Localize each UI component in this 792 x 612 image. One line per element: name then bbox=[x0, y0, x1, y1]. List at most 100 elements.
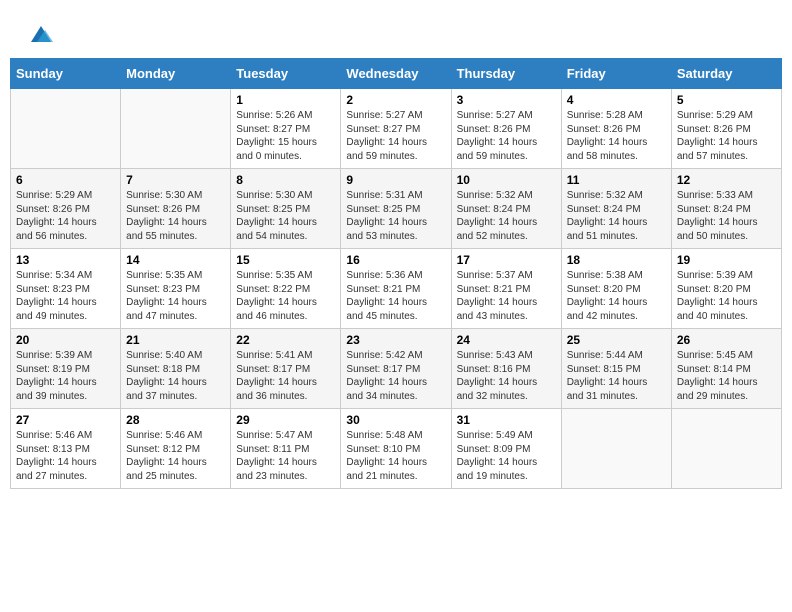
day-of-week-header: Wednesday bbox=[341, 59, 451, 89]
calendar-cell: 4 Sunrise: 5:28 AM Sunset: 8:26 PM Daylig… bbox=[561, 89, 671, 169]
day-info: Sunrise: 5:44 AM Sunset: 8:15 PM Dayligh… bbox=[567, 349, 666, 403]
day-info: Sunrise: 5:45 AM Sunset: 8:14 PM Dayligh… bbox=[677, 349, 776, 403]
calendar-cell: 12Sunrise: 5:33 AM Sunset: 8:24 PM Dayli… bbox=[671, 169, 781, 249]
logo-icon bbox=[27, 20, 55, 48]
day-info: Sunrise: 5:41 AM Sunset: 8:17 PM Dayligh… bbox=[236, 349, 335, 403]
calendar-cell bbox=[121, 89, 231, 169]
calendar-cell: 30 Sunrise: 5:48 AM Sunset: 8:10 PM Dayli… bbox=[341, 409, 451, 489]
calendar-week-row: 20 Sunrise: 5:39 AM Sunset: 8:19 PM Dayli… bbox=[11, 329, 782, 409]
calendar-cell bbox=[671, 409, 781, 489]
day-info: Sunrise: 5:28 AM Sunset: 8:26 PM Dayligh… bbox=[567, 109, 666, 163]
day-info: Sunrise: 5:43 AM Sunset: 8:16 PM Dayligh… bbox=[457, 349, 556, 403]
calendar-cell: 15 Sunrise: 5:35 AM Sunset: 8:22 PM Dayli… bbox=[231, 249, 341, 329]
day-number: 22 bbox=[236, 333, 335, 347]
day-info: Sunrise: 5:38 AM Sunset: 8:20 PM Dayligh… bbox=[567, 269, 666, 323]
calendar-cell: 19 Sunrise: 5:39 AM Sunset: 8:20 PM Dayli… bbox=[671, 249, 781, 329]
day-number: 30 bbox=[346, 413, 445, 427]
day-number: 16 bbox=[346, 253, 445, 267]
day-info: Sunrise: 5:48 AM Sunset: 8:10 PM Dayligh… bbox=[346, 429, 445, 483]
day-of-week-header: Friday bbox=[561, 59, 671, 89]
calendar-cell: 25 Sunrise: 5:44 AM Sunset: 8:15 PM Dayli… bbox=[561, 329, 671, 409]
day-number: 21 bbox=[126, 333, 225, 347]
day-number: 11 bbox=[567, 173, 666, 187]
calendar-cell: 27Sunrise: 5:46 AM Sunset: 8:13 PM Dayli… bbox=[11, 409, 121, 489]
day-number: 10 bbox=[457, 173, 556, 187]
logo bbox=[25, 20, 55, 48]
day-number: 28 bbox=[126, 413, 225, 427]
day-number: 18 bbox=[567, 253, 666, 267]
calendar-week-row: 1Sunrise: 5:26 AM Sunset: 8:27 PM Daylig… bbox=[11, 89, 782, 169]
day-number: 5 bbox=[677, 93, 776, 107]
day-number: 3 bbox=[457, 93, 556, 107]
day-number: 25 bbox=[567, 333, 666, 347]
calendar-cell: 2 Sunrise: 5:27 AM Sunset: 8:27 PM Daylig… bbox=[341, 89, 451, 169]
day-info: Sunrise: 5:36 AM Sunset: 8:21 PM Dayligh… bbox=[346, 269, 445, 323]
calendar-cell: 10 Sunrise: 5:32 AM Sunset: 8:24 PM Dayli… bbox=[451, 169, 561, 249]
calendar-cell: 11Sunrise: 5:32 AM Sunset: 8:24 PM Dayli… bbox=[561, 169, 671, 249]
day-number: 26 bbox=[677, 333, 776, 347]
calendar-table: SundayMondayTuesdayWednesdayThursdayFrid… bbox=[10, 58, 782, 489]
calendar-cell: 3 Sunrise: 5:27 AM Sunset: 8:26 PM Daylig… bbox=[451, 89, 561, 169]
calendar-cell: 18 Sunrise: 5:38 AM Sunset: 8:20 PM Dayli… bbox=[561, 249, 671, 329]
day-number: 13 bbox=[16, 253, 115, 267]
day-info: Sunrise: 5:35 AM Sunset: 8:23 PM Dayligh… bbox=[126, 269, 225, 323]
day-of-week-header: Thursday bbox=[451, 59, 561, 89]
day-info: Sunrise: 5:26 AM Sunset: 8:27 PM Dayligh… bbox=[236, 109, 335, 163]
calendar-cell bbox=[11, 89, 121, 169]
day-number: 24 bbox=[457, 333, 556, 347]
day-info: Sunrise: 5:34 AM Sunset: 8:23 PM Dayligh… bbox=[16, 269, 115, 323]
calendar-header-row: SundayMondayTuesdayWednesdayThursdayFrid… bbox=[11, 59, 782, 89]
day-number: 15 bbox=[236, 253, 335, 267]
page-header bbox=[10, 10, 782, 53]
day-info: Sunrise: 5:47 AM Sunset: 8:11 PM Dayligh… bbox=[236, 429, 335, 483]
day-info: Sunrise: 5:29 AM Sunset: 8:26 PM Dayligh… bbox=[16, 189, 115, 243]
calendar-cell: 8 Sunrise: 5:30 AM Sunset: 8:25 PM Daylig… bbox=[231, 169, 341, 249]
calendar-cell: 28Sunrise: 5:46 AM Sunset: 8:12 PM Dayli… bbox=[121, 409, 231, 489]
day-info: Sunrise: 5:27 AM Sunset: 8:27 PM Dayligh… bbox=[346, 109, 445, 163]
calendar-cell: 26 Sunrise: 5:45 AM Sunset: 8:14 PM Dayli… bbox=[671, 329, 781, 409]
calendar-cell: 6 Sunrise: 5:29 AM Sunset: 8:26 PM Daylig… bbox=[11, 169, 121, 249]
day-number: 23 bbox=[346, 333, 445, 347]
day-info: Sunrise: 5:32 AM Sunset: 8:24 PM Dayligh… bbox=[457, 189, 556, 243]
calendar-cell: 31 Sunrise: 5:49 AM Sunset: 8:09 PM Dayli… bbox=[451, 409, 561, 489]
day-of-week-header: Saturday bbox=[671, 59, 781, 89]
calendar-cell: 29 Sunrise: 5:47 AM Sunset: 8:11 PM Dayli… bbox=[231, 409, 341, 489]
day-info: Sunrise: 5:31 AM Sunset: 8:25 PM Dayligh… bbox=[346, 189, 445, 243]
day-number: 19 bbox=[677, 253, 776, 267]
day-number: 29 bbox=[236, 413, 335, 427]
day-number: 4 bbox=[567, 93, 666, 107]
calendar-week-row: 27Sunrise: 5:46 AM Sunset: 8:13 PM Dayli… bbox=[11, 409, 782, 489]
day-number: 31 bbox=[457, 413, 556, 427]
calendar-cell: 20 Sunrise: 5:39 AM Sunset: 8:19 PM Dayli… bbox=[11, 329, 121, 409]
day-info: Sunrise: 5:35 AM Sunset: 8:22 PM Dayligh… bbox=[236, 269, 335, 323]
day-number: 12 bbox=[677, 173, 776, 187]
day-number: 9 bbox=[346, 173, 445, 187]
day-info: Sunrise: 5:27 AM Sunset: 8:26 PM Dayligh… bbox=[457, 109, 556, 163]
day-info: Sunrise: 5:46 AM Sunset: 8:13 PM Dayligh… bbox=[16, 429, 115, 483]
day-number: 8 bbox=[236, 173, 335, 187]
day-of-week-header: Sunday bbox=[11, 59, 121, 89]
day-of-week-header: Monday bbox=[121, 59, 231, 89]
day-number: 6 bbox=[16, 173, 115, 187]
day-info: Sunrise: 5:30 AM Sunset: 8:25 PM Dayligh… bbox=[236, 189, 335, 243]
day-info: Sunrise: 5:42 AM Sunset: 8:17 PM Dayligh… bbox=[346, 349, 445, 403]
day-info: Sunrise: 5:30 AM Sunset: 8:26 PM Dayligh… bbox=[126, 189, 225, 243]
day-info: Sunrise: 5:37 AM Sunset: 8:21 PM Dayligh… bbox=[457, 269, 556, 323]
day-number: 14 bbox=[126, 253, 225, 267]
day-info: Sunrise: 5:39 AM Sunset: 8:19 PM Dayligh… bbox=[16, 349, 115, 403]
calendar-cell: 22 Sunrise: 5:41 AM Sunset: 8:17 PM Dayli… bbox=[231, 329, 341, 409]
day-info: Sunrise: 5:29 AM Sunset: 8:26 PM Dayligh… bbox=[677, 109, 776, 163]
day-number: 2 bbox=[346, 93, 445, 107]
day-number: 20 bbox=[16, 333, 115, 347]
calendar-week-row: 13 Sunrise: 5:34 AM Sunset: 8:23 PM Dayli… bbox=[11, 249, 782, 329]
calendar-cell: 9 Sunrise: 5:31 AM Sunset: 8:25 PM Daylig… bbox=[341, 169, 451, 249]
calendar-cell: 23 Sunrise: 5:42 AM Sunset: 8:17 PM Dayli… bbox=[341, 329, 451, 409]
day-info: Sunrise: 5:39 AM Sunset: 8:20 PM Dayligh… bbox=[677, 269, 776, 323]
calendar-cell: 17Sunrise: 5:37 AM Sunset: 8:21 PM Dayli… bbox=[451, 249, 561, 329]
day-info: Sunrise: 5:49 AM Sunset: 8:09 PM Dayligh… bbox=[457, 429, 556, 483]
calendar-cell: 16 Sunrise: 5:36 AM Sunset: 8:21 PM Dayli… bbox=[341, 249, 451, 329]
calendar-cell: 7Sunrise: 5:30 AM Sunset: 8:26 PM Daylig… bbox=[121, 169, 231, 249]
calendar-week-row: 6 Sunrise: 5:29 AM Sunset: 8:26 PM Daylig… bbox=[11, 169, 782, 249]
calendar-cell bbox=[561, 409, 671, 489]
day-of-week-header: Tuesday bbox=[231, 59, 341, 89]
